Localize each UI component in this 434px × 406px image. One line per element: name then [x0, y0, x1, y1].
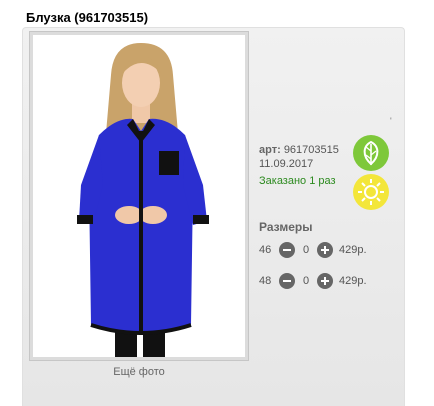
- quantity-value: 0: [302, 244, 310, 256]
- more-photo-link[interactable]: Ещё фото: [29, 366, 249, 378]
- article-label: арт:: [259, 144, 281, 156]
- leaf-icon: [353, 135, 389, 171]
- article-line: арт: 961703515: [259, 143, 339, 157]
- minus-icon[interactable]: [279, 273, 295, 289]
- product-photo[interactable]: [33, 35, 245, 357]
- model-illustration: [77, 43, 209, 357]
- product-photo-frame[interactable]: [29, 31, 249, 361]
- decorative-tick: ': [390, 116, 392, 126]
- size-row: 46 0 429р.: [259, 241, 367, 259]
- size-label: 48: [259, 275, 272, 287]
- price-value: 429р.: [339, 244, 367, 256]
- plus-icon[interactable]: [317, 273, 333, 289]
- product-info: арт: 961703515 11.09.2017 Заказано 1 раз: [259, 143, 339, 188]
- sun-icon: [353, 174, 389, 210]
- article-value: 961703515: [283, 144, 339, 156]
- sizes-title: Размеры: [259, 220, 313, 234]
- plus-icon[interactable]: [317, 242, 333, 258]
- size-row: 48 0 429р.: [259, 272, 367, 290]
- ordered-count: Заказано 1 раз: [259, 175, 336, 187]
- product-date: 11.09.2017: [259, 158, 314, 170]
- price-value: 429р.: [339, 275, 367, 287]
- quantity-value: 0: [302, 275, 310, 287]
- product-title: Блузка (961703515): [26, 10, 149, 25]
- minus-icon[interactable]: [279, 242, 295, 258]
- size-label: 46: [259, 244, 272, 256]
